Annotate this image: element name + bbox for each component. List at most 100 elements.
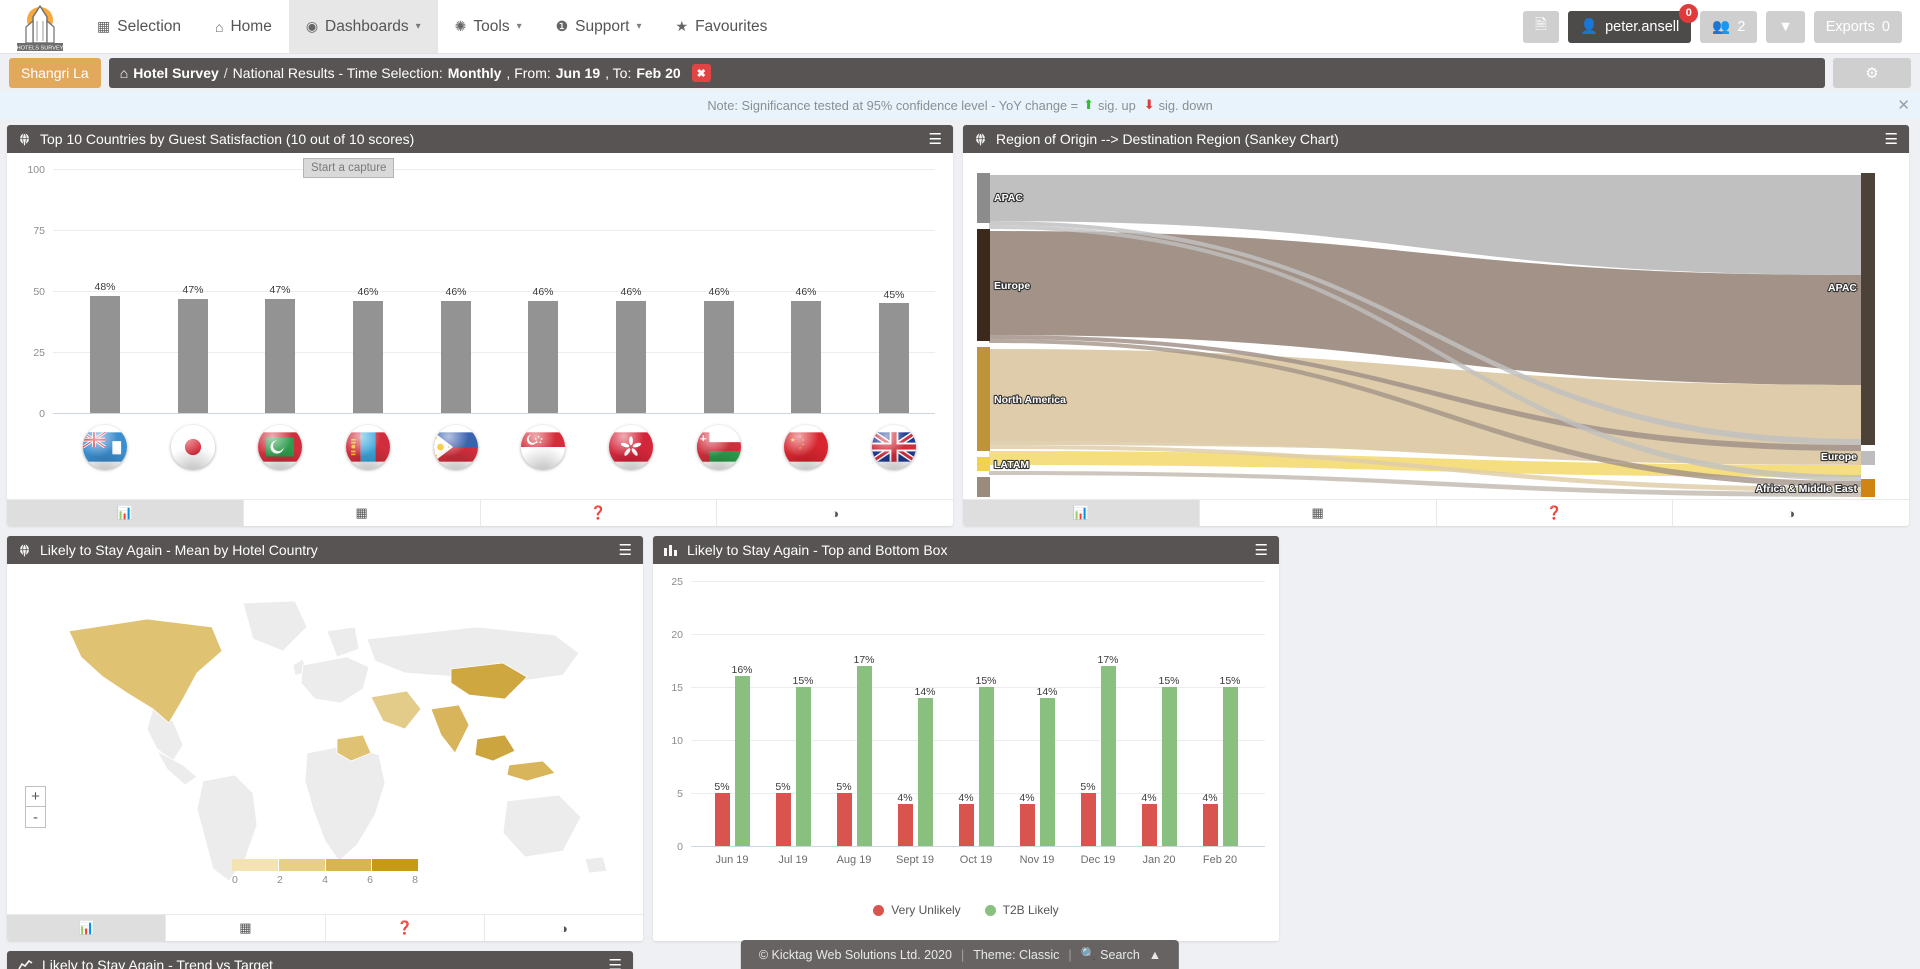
map-zoom-in-button[interactable]: + <box>25 786 46 807</box>
legend-dot <box>873 905 884 916</box>
tab-view[interactable]: ◑ <box>485 914 643 941</box>
bar-maldives[interactable] <box>265 299 295 413</box>
flag-singapore[interactable] <box>521 425 565 469</box>
filter-button[interactable]: ▼ <box>1766 11 1804 43</box>
flag-china[interactable] <box>784 425 828 469</box>
nav-item-dashboards[interactable]: ◉ Dashboards ▾ <box>289 0 438 53</box>
bar-very-unlikely-jul-19[interactable] <box>776 793 791 846</box>
flag-united-kingdom[interactable] <box>872 425 916 469</box>
x-tick-label: Sept 19 <box>896 854 934 866</box>
bar-t2b-likely-aug-19[interactable] <box>857 666 872 846</box>
sankey-diagram[interactable]: APAC Europe North America LATAM APAC Eur… <box>963 153 1909 499</box>
x-tick-label: Oct 19 <box>960 854 992 866</box>
nav-item-home[interactable]: ⌂ Home <box>198 0 289 53</box>
bar-mongolia[interactable] <box>353 301 383 413</box>
bar-very-unlikely-feb-20[interactable] <box>1203 804 1218 846</box>
bar-fiji[interactable] <box>90 296 120 413</box>
nav-item-tools[interactable]: ✺ Tools ▾ <box>438 0 539 53</box>
sankey-node-source-latam[interactable] <box>977 457 990 471</box>
page-document-button[interactable]: 🗎 <box>1523 11 1559 43</box>
tab-help[interactable]: ❓ <box>1437 499 1674 526</box>
sankey-node-target-africa-middle-east[interactable] <box>1861 479 1875 497</box>
legend-item-very-unlikely[interactable]: Very Unlikely <box>873 903 960 917</box>
bar-t2b-likely-jul-19[interactable] <box>796 687 811 846</box>
bar-t2b-likely-dec-19[interactable] <box>1101 666 1116 846</box>
bar-singapore[interactable] <box>528 301 558 413</box>
tab-help[interactable]: ❓ <box>326 914 485 941</box>
sankey-node-source-north-america[interactable] <box>977 347 990 451</box>
exports-label: Exports <box>1826 19 1875 35</box>
tab-view[interactable]: ◑ <box>717 499 953 526</box>
sankey-node-source-africa-middle-east[interactable] <box>977 477 990 497</box>
sig-up-label: sig. up <box>1098 98 1136 113</box>
tab-view[interactable]: ◑ <box>1673 499 1909 526</box>
nav-item-selection[interactable]: ▦ Selection <box>80 0 198 53</box>
bar-t2b-likely-feb-20[interactable] <box>1223 687 1238 846</box>
panel-menu-button[interactable]: ☰ <box>929 132 942 147</box>
flag-japan[interactable] <box>171 425 215 469</box>
bar-very-unlikely-jan-20[interactable] <box>1142 804 1157 846</box>
groups-count-label: 2 <box>1737 19 1745 35</box>
exports-button[interactable]: Exports 0 <box>1814 11 1902 43</box>
flag-fiji[interactable] <box>83 425 127 469</box>
bar-very-unlikely-nov-19[interactable] <box>1020 804 1035 846</box>
close-note-icon[interactable]: ✕ <box>1897 98 1910 113</box>
user-button[interactable]: 👤 peter.ansell 0 <box>1568 11 1691 43</box>
panel-menu-button[interactable]: ☰ <box>609 958 622 969</box>
panel-menu-button[interactable]: ☰ <box>619 543 632 558</box>
bar-very-unlikely-sept-19[interactable] <box>898 804 913 846</box>
bar-t2b-likely-oct-19[interactable] <box>979 687 994 846</box>
choropleth-map[interactable]: + - 0 2 4 6 8 <box>7 564 643 914</box>
dashboard-settings-button[interactable]: ⚙ <box>1833 58 1911 88</box>
bar-hong-kong[interactable] <box>616 301 646 413</box>
clear-selection-button[interactable]: ✖ <box>692 64 711 82</box>
tab-table[interactable]: ▦ <box>244 499 481 526</box>
bar-very-unlikely-aug-19[interactable] <box>837 793 852 846</box>
bar-very-unlikely-oct-19[interactable] <box>959 804 974 846</box>
bar-philippines[interactable] <box>441 301 471 413</box>
tab-table[interactable]: ▦ <box>1200 499 1437 526</box>
tab-table[interactable]: ▦ <box>166 914 325 941</box>
tab-help[interactable]: ❓ <box>481 499 718 526</box>
breadcrumb-root[interactable]: Hotel Survey <box>133 65 219 81</box>
sankey-node-source-europe[interactable] <box>977 229 990 341</box>
tab-chart[interactable]: 📊 <box>963 499 1200 526</box>
flag-mongolia[interactable] <box>346 425 390 469</box>
capture-tooltip: Start a capture <box>303 158 394 178</box>
bar-japan[interactable] <box>178 299 208 413</box>
flag-philippines[interactable] <box>434 425 478 469</box>
nav-item-support[interactable]: ❶ Support ▾ <box>539 0 659 53</box>
footer-search-button[interactable]: 🔍 Search <box>1081 947 1140 962</box>
sankey-node-target-apac[interactable] <box>1861 173 1875 445</box>
x-tick-label: Jun 19 <box>715 854 748 866</box>
bar-t2b-likely-jan-20[interactable] <box>1162 687 1177 846</box>
tab-chart[interactable]: 📊 <box>7 914 166 941</box>
bar-value-label: 46% <box>532 286 553 298</box>
flag-maldives[interactable] <box>258 425 302 469</box>
bar-oman[interactable] <box>704 301 734 413</box>
panel-menu-button[interactable]: ☰ <box>1255 543 1268 558</box>
nav-item-favourites[interactable]: ★ Favourites <box>659 0 785 53</box>
bar-t2b-likely-nov-19[interactable] <box>1040 698 1055 846</box>
hotel-tag[interactable]: Shangri La <box>9 58 101 88</box>
footer-collapse-button[interactable]: ▲ <box>1149 948 1161 962</box>
bar-very-unlikely-dec-19[interactable] <box>1081 793 1096 846</box>
sig-down-label: sig. down <box>1159 98 1213 113</box>
flag-oman[interactable] <box>697 425 741 469</box>
bar-united-kingdom[interactable] <box>879 303 909 413</box>
panel-menu-button[interactable]: ☰ <box>1885 132 1898 147</box>
app-logo[interactable]: HOTELS SURVEY <box>0 0 80 53</box>
groups-button[interactable]: 👥 2 <box>1700 11 1757 43</box>
flag-hong-kong[interactable] <box>609 425 653 469</box>
sankey-node-source-apac[interactable] <box>977 173 990 223</box>
legend-item-t2b-likely[interactable]: T2B Likely <box>985 903 1059 917</box>
map-zoom-out-button[interactable]: - <box>25 807 46 828</box>
sankey-node-target-europe[interactable] <box>1861 451 1875 465</box>
bar-china[interactable] <box>791 301 821 413</box>
bar-t2b-likely-sept-19[interactable] <box>918 698 933 846</box>
bar-very-unlikely-jun-19[interactable] <box>715 793 730 846</box>
bar-value-label: 14% <box>914 686 935 698</box>
tab-chart[interactable]: 📊 <box>7 499 244 526</box>
bar-value-label: 47% <box>269 284 290 296</box>
bar-t2b-likely-jun-19[interactable] <box>735 676 750 846</box>
